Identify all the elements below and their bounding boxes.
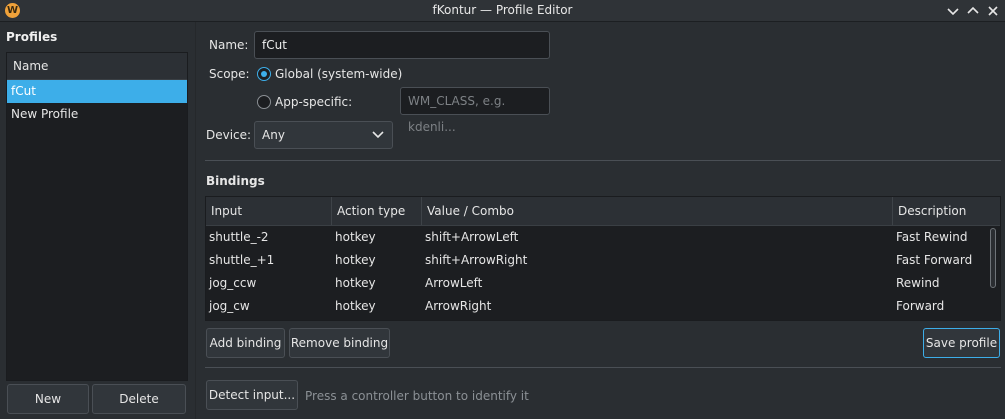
name-label: Name: (209, 38, 249, 52)
close-icon[interactable] (984, 2, 1002, 20)
profile-item-new-profile[interactable]: New Profile (7, 103, 187, 126)
profile-item-fcut[interactable]: fCut (7, 80, 187, 103)
bindings-table-header: Input Action type Value / Combo Descript… (206, 197, 1000, 226)
new-profile-button[interactable]: New (7, 384, 89, 414)
bindings-heading: Bindings (206, 174, 265, 188)
column-header-action-type[interactable]: Action type (332, 197, 422, 225)
cell-action-type: hotkey (335, 230, 376, 244)
table-row[interactable]: jog_ccw hotkey ArrowLeft Rewind (206, 272, 1000, 295)
minimize-icon[interactable] (944, 2, 962, 20)
bindings-table[interactable]: Input Action type Value / Combo Descript… (205, 196, 1001, 321)
cell-action-type: hotkey (335, 253, 376, 267)
chevron-down-icon (372, 131, 384, 139)
profiles-list[interactable]: Name fCut New Profile (6, 52, 188, 381)
cell-description: Fast Rewind (896, 230, 968, 244)
scope-global-radio[interactable] (257, 67, 271, 81)
detect-hint: Press a controller button to identify it (305, 389, 529, 403)
table-row[interactable]: shuttle_-2 hotkey shift+ArrowLeft Fast R… (206, 226, 1000, 249)
detect-input-button[interactable]: Detect input... (206, 380, 298, 410)
cell-description: Rewind (896, 276, 940, 290)
cell-input: shuttle_-2 (209, 230, 269, 244)
remove-binding-button[interactable]: Remove binding (289, 328, 390, 358)
cell-value-combo: shift+ArrowLeft (425, 230, 519, 244)
cell-description: Fast Forward (896, 253, 973, 267)
wm-class-field[interactable]: WM_CLASS, e.g. kdenli... (400, 87, 550, 134)
column-header-description[interactable]: Description (893, 197, 1000, 225)
cell-description: Forward (896, 299, 945, 313)
device-label: Device: (206, 128, 252, 142)
delete-profile-button[interactable]: Delete (92, 384, 186, 414)
cell-action-type: hotkey (335, 276, 376, 290)
window-title: fKontur — Profile Editor (432, 3, 573, 17)
table-row[interactable]: jog_cw hotkey ArrowRight Forward (206, 295, 1000, 318)
column-header-value-combo[interactable]: Value / Combo (422, 197, 893, 225)
scope-app-radio[interactable] (257, 95, 271, 109)
profile-name-field[interactable]: fCut (254, 31, 550, 59)
cell-value-combo: ArrowLeft (425, 276, 483, 290)
cell-action-type: hotkey (335, 299, 376, 313)
add-binding-button[interactable]: Add binding (206, 328, 285, 358)
maximize-icon[interactable] (964, 2, 982, 20)
table-row[interactable]: shuttle_+1 hotkey shift+ArrowRight Fast … (206, 249, 1000, 272)
profiles-column-header[interactable]: Name (7, 53, 187, 80)
scope-app-label[interactable]: App-specific: (275, 95, 352, 109)
scope-label: Scope: (209, 67, 250, 81)
scope-global-label[interactable]: Global (system-wide) (275, 67, 402, 81)
cell-value-combo: shift+ArrowRight (425, 253, 528, 267)
save-profile-button[interactable]: Save profile (923, 328, 1000, 358)
column-header-input[interactable]: Input (206, 197, 332, 225)
cell-input: shuttle_+1 (209, 253, 275, 267)
title-bar: W fKontur — Profile Editor (0, 0, 1005, 22)
device-select-value: Any (262, 128, 285, 142)
cell-value-combo: ArrowRight (425, 299, 492, 313)
splitter-handle[interactable] (195, 22, 196, 419)
scrollbar-thumb[interactable] (990, 228, 996, 288)
profiles-heading: Profiles (6, 30, 58, 44)
divider (205, 367, 1001, 368)
table-scrollbar[interactable] (990, 228, 996, 319)
cell-input: jog_ccw (209, 276, 257, 290)
divider (205, 160, 1001, 161)
cell-input: jog_cw (209, 299, 250, 313)
device-select[interactable]: Any (254, 121, 393, 149)
